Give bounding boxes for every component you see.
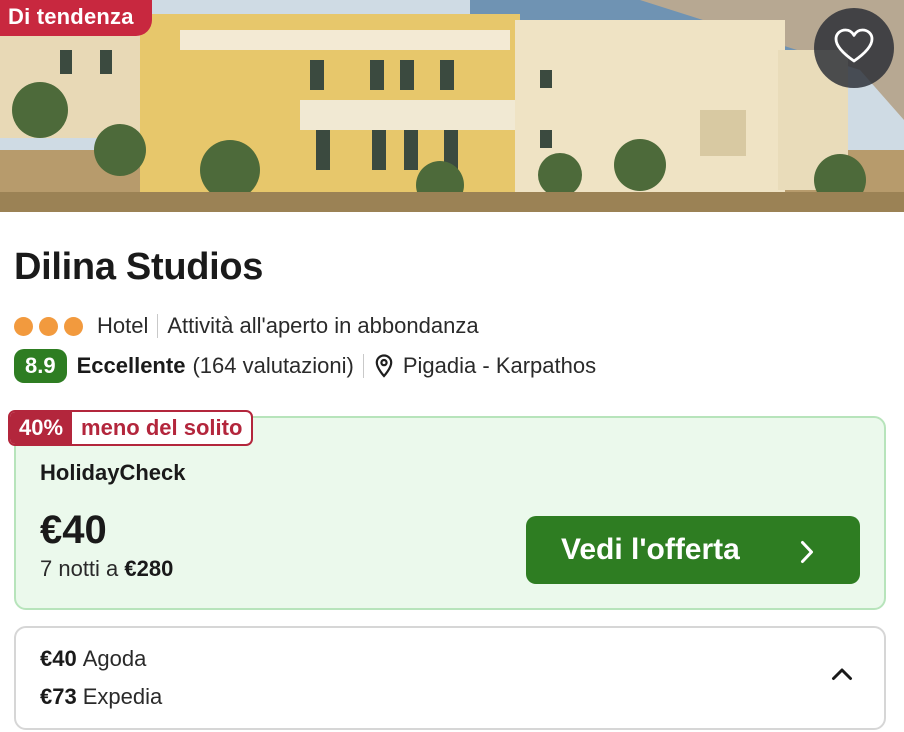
location-pin-icon	[375, 354, 393, 378]
chevron-up-icon	[831, 667, 853, 686]
discount-percent: 40%	[10, 412, 73, 444]
deal-provider: HolidayCheck	[40, 460, 186, 485]
nights-prefix: 7 notti a	[40, 556, 119, 581]
deal-price: €40	[40, 508, 107, 552]
offer-row[interactable]: €73 Expedia	[40, 684, 162, 710]
review-count: (164 valutazioni)	[192, 353, 354, 378]
trending-badge: Di tendenza	[0, 0, 152, 36]
hotel-location[interactable]: Pigadia - Karpathos	[403, 353, 596, 379]
view-offer-label: Vedi l'offerta	[561, 533, 740, 566]
rating-row: 8.9 Eccellente (164 valutazioni) Pigadia…	[14, 348, 596, 384]
review-score-badge: 8.9	[14, 349, 67, 383]
hotel-name[interactable]: Dilina Studios	[14, 246, 263, 289]
deal-total: 7 notti a €280	[40, 556, 173, 582]
divider	[157, 314, 159, 338]
chevron-right-icon	[800, 538, 814, 572]
offer-price: €40	[40, 646, 77, 671]
offer-provider: Expedia	[82, 684, 163, 709]
discount-label: meno del solito	[81, 415, 243, 440]
hotel-meta: Hotel Attività all'aperto in abbondanza	[14, 310, 479, 342]
view-offer-button[interactable]: Vedi l'offerta	[526, 516, 860, 584]
review-score-label: Eccellente	[76, 353, 186, 378]
divider	[362, 354, 364, 378]
hotel-feature: Attività all'aperto in abbondanza	[167, 313, 479, 338]
offer-price: €73	[40, 684, 77, 709]
discount-badge: 40% meno del solito	[8, 410, 254, 446]
star-rating-dot	[39, 316, 58, 336]
hotel-type: Hotel	[97, 313, 149, 338]
star-rating-dot	[64, 316, 83, 336]
offer-provider: Agoda	[82, 646, 147, 671]
star-rating-dot	[14, 316, 33, 336]
favorite-button[interactable]	[814, 8, 894, 88]
nights-total: €280	[124, 556, 174, 581]
collapse-offers-button[interactable]	[828, 662, 856, 690]
heart-icon	[834, 28, 874, 69]
offer-row[interactable]: €40 Agoda	[40, 646, 146, 672]
other-offers-card[interactable]	[14, 626, 886, 730]
